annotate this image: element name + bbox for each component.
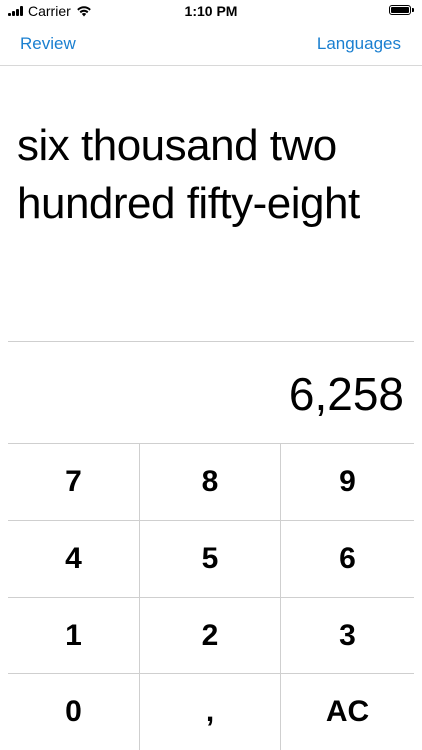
number-display: 6,258 <box>288 368 404 420</box>
key-2[interactable]: 2 <box>140 598 281 674</box>
key-8[interactable]: 8 <box>140 444 281 521</box>
clear-button[interactable]: AC <box>281 674 414 750</box>
key-9[interactable]: 9 <box>281 444 414 521</box>
key-7[interactable]: 7 <box>8 444 140 521</box>
key-comma[interactable]: , <box>140 674 281 750</box>
keypad: 7 8 9 4 5 6 1 2 3 0 , AC <box>8 443 414 750</box>
languages-button[interactable]: Languages <box>317 34 401 54</box>
number-words-display: six thousand two hundred fifty-eight <box>17 121 360 228</box>
key-5[interactable]: 5 <box>140 521 281 598</box>
status-time: 1:10 PM <box>184 3 238 19</box>
review-button[interactable]: Review <box>20 34 76 54</box>
status-bar: Carrier 1:10 PM <box>0 0 422 22</box>
battery-icon <box>389 5 414 15</box>
display-divider <box>8 341 414 342</box>
key-4[interactable]: 4 <box>8 521 140 598</box>
key-1[interactable]: 1 <box>8 598 140 674</box>
key-0[interactable]: 0 <box>8 674 140 750</box>
key-3[interactable]: 3 <box>281 598 414 674</box>
key-6[interactable]: 6 <box>281 521 414 598</box>
nav-bar: Review Languages <box>0 22 422 66</box>
